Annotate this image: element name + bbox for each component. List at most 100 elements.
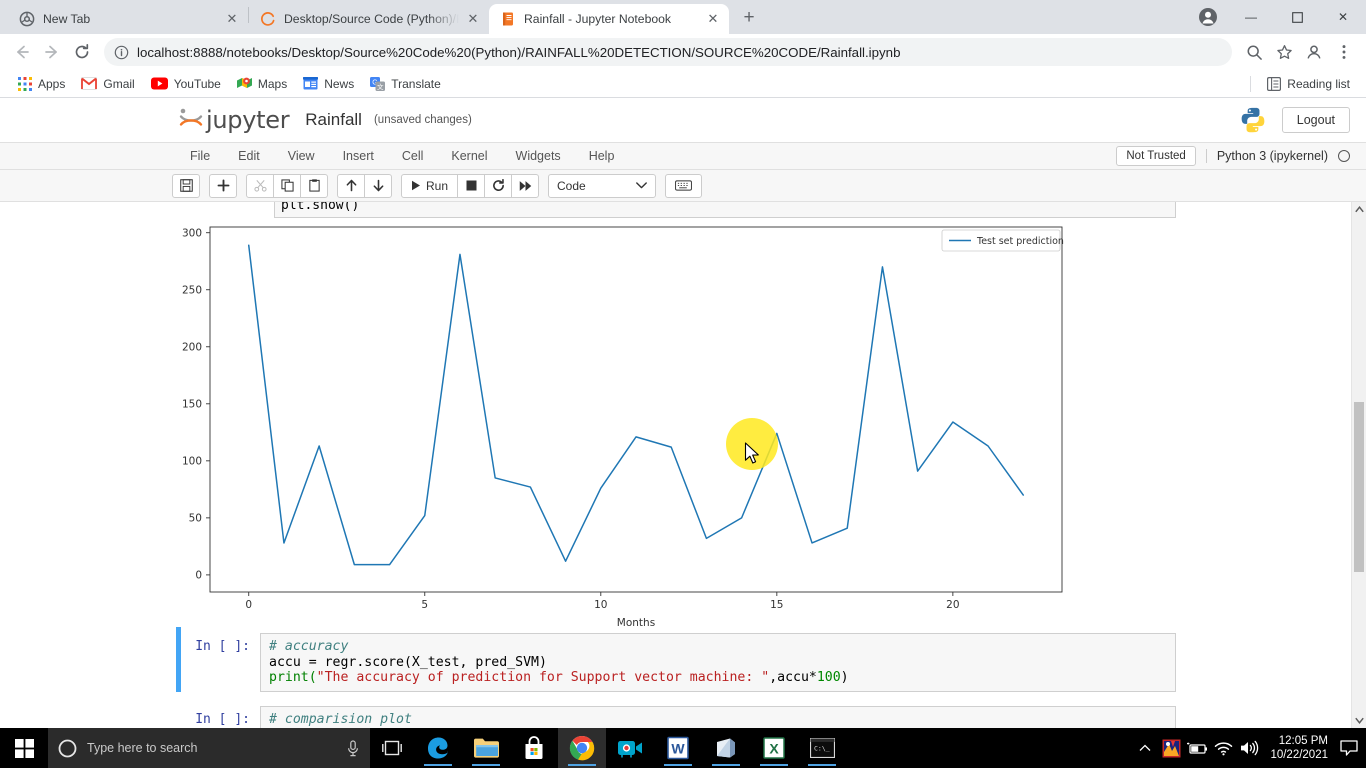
clock-time: 12:05 PM [1278,735,1328,747]
taskbar-app-onenote[interactable] [702,728,750,768]
translate-icon: G文 [370,76,386,91]
bookmark-apps[interactable]: Apps [10,74,73,94]
taskbar-clock[interactable]: 12:05 PM 10/22/2021 [1262,728,1336,768]
site-info-icon[interactable] [114,45,129,60]
run-cell-button[interactable]: Run [401,173,459,198]
code-cell-accuracy[interactable]: In [ ]: # accuracy accu = regr.score(X_t… [176,627,1176,692]
news-icon [303,77,319,90]
notebook-name[interactable]: Rainfall [305,110,362,130]
browser-tab-rainfall-jupyter[interactable]: Rainfall - Jupyter Notebook ✕ [489,4,729,34]
taskbar-app-file-explorer[interactable] [462,728,510,768]
address-bar[interactable]: localhost:8888/notebooks/Desktop/Source%… [104,38,1232,66]
restart-kernel-button[interactable] [484,173,513,198]
notebook-scroll-area[interactable]: plt.show() 0 50 100 150 200 250 300 0 5 10 15 20 Mon… [0,202,1366,728]
save-button[interactable] [172,173,200,198]
chrome-menu-icon[interactable] [1330,38,1358,66]
menu-file[interactable]: File [176,149,224,163]
minimize-button[interactable]: — [1228,1,1274,33]
scroll-up-arrow-icon[interactable] [1352,202,1366,217]
taskbar-app-camera-recorder[interactable] [606,728,654,768]
y-tick-label: 300 [182,227,202,239]
code-line-1: # accuracy [269,639,349,654]
tab-close-icon[interactable]: ✕ [465,11,481,27]
legend-label: Test set prediction [976,236,1064,247]
insert-cell-button[interactable] [209,173,237,198]
task-view-icon[interactable] [370,728,414,768]
battery-icon[interactable] [1184,728,1210,768]
menu-cell[interactable]: Cell [388,149,438,163]
menu-edit[interactable]: Edit [224,149,274,163]
move-cell-down-button[interactable] [364,173,392,198]
browser-tab-source-code[interactable]: Desktop/Source Code (Python)/R ✕ [249,4,489,34]
taskbar-search-box[interactable]: Type here to search [48,728,370,768]
tab-close-icon[interactable]: ✕ [224,11,240,27]
wifi-icon[interactable] [1210,728,1236,768]
new-tab-button[interactable]: + [735,4,763,32]
close-window-button[interactable]: ✕ [1320,1,1366,33]
jupyter-logo-text: jupyter [206,106,290,134]
trust-status-button[interactable]: Not Trusted [1116,146,1196,166]
move-cell-up-button[interactable] [337,173,365,198]
taskbar-app-word[interactable]: W [654,728,702,768]
toolbar-clipboard-group [246,173,328,198]
back-button[interactable] [8,38,36,66]
bookmark-news[interactable]: News [295,74,362,94]
scrollbar-thumb[interactable] [1354,402,1364,572]
command-palette-button[interactable] [665,173,703,198]
search-icon[interactable] [1240,38,1268,66]
paste-button[interactable] [300,173,328,198]
x-tick-label: 10 [594,599,607,611]
logout-button[interactable]: Logout [1281,107,1350,133]
menu-help[interactable]: Help [575,149,629,163]
action-center-icon[interactable] [1336,728,1362,768]
taskbar-app-excel[interactable]: X [750,728,798,768]
taskbar-app-microsoft-store[interactable] [510,728,558,768]
code-cell-comparision-partial[interactable]: In [ ]: # comparision plot [176,692,1176,728]
interrupt-kernel-button[interactable] [457,173,486,198]
menubar-right: Not Trusted Python 3 (ipykernel) [1116,146,1350,166]
bookmark-youtube[interactable]: YouTube [143,74,229,94]
maps-icon [236,76,252,91]
profile-icon[interactable] [1300,38,1328,66]
windows-start-icon[interactable] [0,728,48,768]
menu-insert[interactable]: Insert [329,149,388,163]
reading-list-icon [1267,76,1282,91]
code-editor-accuracy[interactable]: # accuracy accu = regr.score(X_test, pre… [260,633,1176,692]
bookmark-label: News [324,76,355,91]
copy-button[interactable] [273,173,301,198]
taskbar-app-chrome[interactable] [558,728,606,768]
browser-tab-new-tab[interactable]: New Tab ✕ [8,4,248,34]
taskbar-app-edge[interactable] [414,728,462,768]
jupyter-logo[interactable]: jupyter [176,105,290,135]
volume-icon[interactable] [1236,728,1262,768]
bookmark-star-icon[interactable] [1270,38,1298,66]
code-cell-above-partial[interactable]: plt.show() [176,202,1176,218]
bookmark-maps[interactable]: Maps [229,73,295,94]
cut-button[interactable] [246,173,274,198]
forward-button[interactable] [38,38,66,66]
maximize-button[interactable] [1274,1,1320,33]
cell-type-select[interactable]: Code [548,173,657,198]
taskbar-search-placeholder: Type here to search [87,741,198,755]
restart-and-run-all-button[interactable] [511,173,540,198]
menu-widgets[interactable]: Widgets [502,149,575,163]
reading-list-button[interactable]: Reading list [1259,74,1358,94]
bookmark-gmail[interactable]: Gmail [73,74,142,94]
cortana-circle-icon [58,739,77,758]
reload-button[interactable] [68,38,96,66]
page-scrollbar[interactable] [1351,202,1366,728]
scroll-down-arrow-icon[interactable] [1352,713,1366,728]
code-editor-comparision[interactable]: # comparision plot [260,705,1176,728]
menu-kernel[interactable]: Kernel [437,149,501,163]
profile-avatar-icon[interactable] [1194,3,1222,31]
paint-icon[interactable] [1158,728,1184,768]
apps-grid-icon [18,76,32,91]
menu-view[interactable]: View [274,149,329,163]
show-hidden-icons-chevron[interactable] [1132,728,1158,768]
bookmark-translate[interactable]: G文 Translate [362,74,449,94]
toolbar-actions [1240,38,1358,66]
tab-close-icon[interactable]: ✕ [705,11,721,27]
microphone-icon[interactable] [346,739,360,757]
tab-strip: New Tab ✕ Desktop/Source Code (Python)/R… [0,0,1366,34]
taskbar-app-command-prompt[interactable]: C:\_ [798,728,846,768]
